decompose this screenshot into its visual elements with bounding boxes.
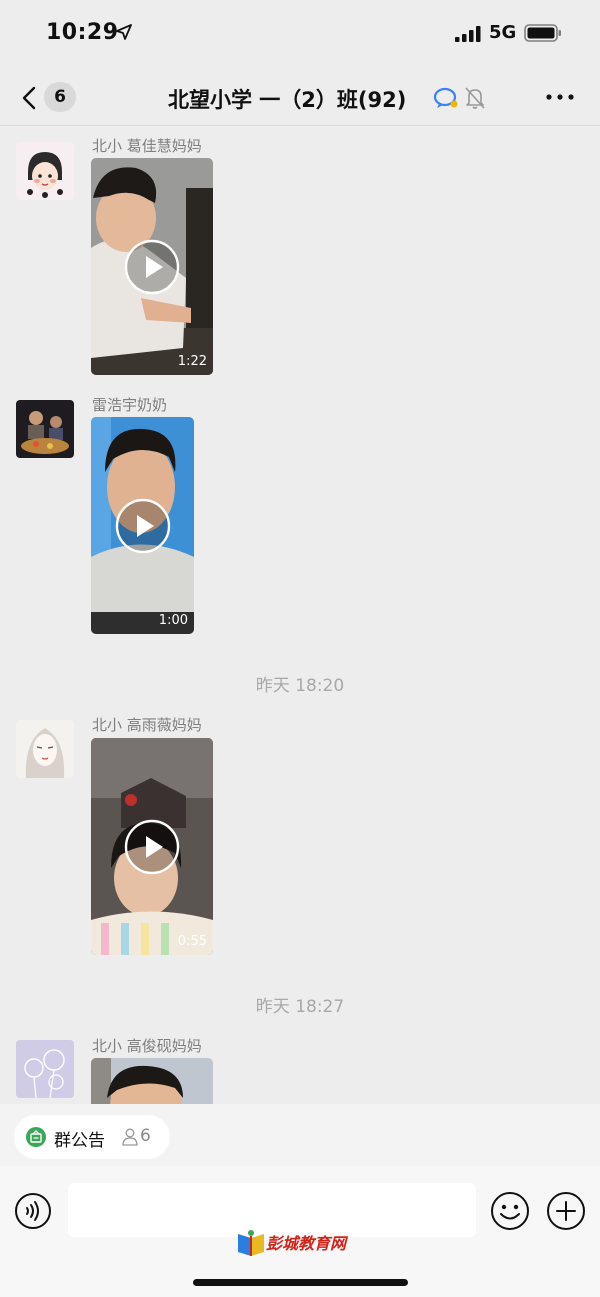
video-duration: 1:22	[177, 354, 207, 369]
status-bar: 10:29 5G	[0, 0, 600, 68]
add-more-icon[interactable]	[546, 1191, 586, 1231]
video-duration: 0:55	[177, 934, 207, 949]
sketch-girl-avatar-icon[interactable]	[16, 720, 74, 778]
play-icon[interactable]	[124, 819, 180, 875]
group-notice-bar: 群公告 6	[0, 1104, 600, 1166]
sender-name: 北小 高雨薇妈妈	[92, 716, 202, 734]
person-icon	[122, 1128, 138, 1146]
dandelion-avatar-icon[interactable]	[16, 1040, 74, 1098]
video-message[interactable]	[91, 1058, 213, 1104]
video-message[interactable]: 1:00	[91, 417, 194, 634]
emoji-icon[interactable]	[490, 1191, 530, 1231]
cartoon-girl-avatar-icon[interactable]	[16, 142, 74, 200]
home-indicator[interactable]	[193, 1279, 408, 1286]
location-arrow-icon	[116, 24, 132, 40]
voice-input-icon[interactable]	[14, 1192, 52, 1230]
video-message[interactable]: 1:22	[91, 158, 213, 375]
unread-count-badge: 6	[44, 82, 76, 112]
sender-name: 北小 葛佳慧妈妈	[92, 137, 202, 155]
cellular-signal-icon	[455, 26, 481, 42]
group-notice-button[interactable]: 群公告 6	[14, 1115, 170, 1159]
watermark-logo: 彭城教育网	[236, 1228, 376, 1260]
chat-title[interactable]: 北望小学 一（2）班(92)	[168, 84, 406, 114]
more-options-icon[interactable]	[540, 82, 580, 112]
video-duration: 1:00	[158, 613, 188, 628]
sender-name: 北小 高俊砚妈妈	[92, 1037, 202, 1055]
chat-nav-bar: 6 北望小学 一（2）班(92)	[0, 68, 600, 126]
book-logo-icon	[238, 1230, 264, 1256]
chat-input-bar: 彭城教育网	[0, 1166, 600, 1297]
sender-name: 雷浩宇奶奶	[92, 396, 168, 414]
message-timestamp: 昨天 18:27	[255, 997, 345, 1017]
notice-icon	[26, 1127, 46, 1147]
status-time: 10:29	[46, 20, 119, 45]
video-thumbnail	[91, 1058, 213, 1104]
group-notice-label: 群公告	[54, 1131, 105, 1151]
play-icon[interactable]	[115, 498, 171, 554]
chevron-left-icon	[22, 86, 36, 110]
watermark-text: 彭城教育网	[266, 1234, 347, 1253]
back-button[interactable]: 6	[16, 78, 86, 116]
battery-icon	[524, 24, 561, 42]
message-timestamp: 昨天 18:20	[255, 676, 345, 696]
network-type: 5G	[489, 22, 517, 43]
notice-read-count: 6	[140, 1126, 151, 1146]
video-message[interactable]: 0:55	[91, 738, 213, 955]
mute-bell-icon	[465, 87, 485, 109]
group-chat-icon	[433, 87, 458, 108]
family-dinner-photo-avatar-icon[interactable]	[16, 400, 74, 458]
play-icon[interactable]	[124, 239, 180, 295]
